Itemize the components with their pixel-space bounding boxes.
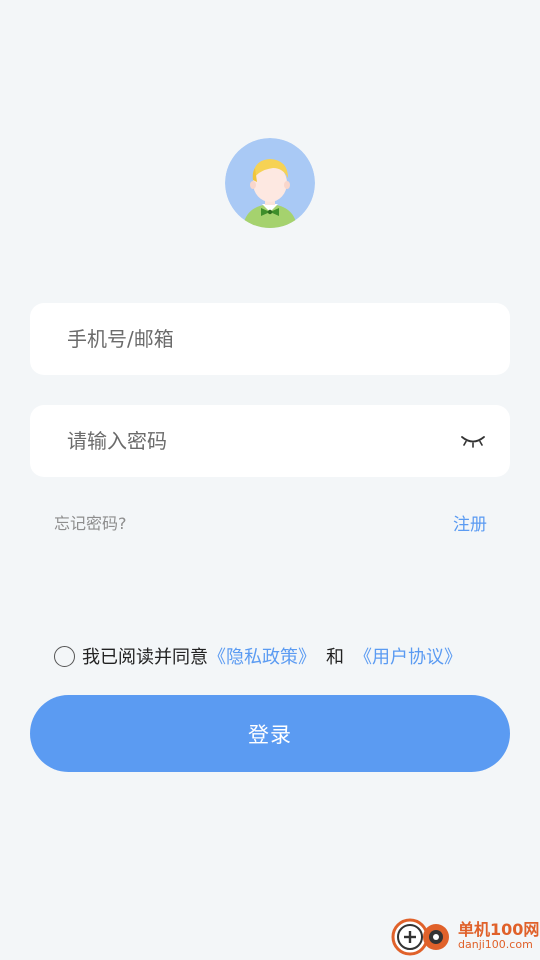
agreement-checkbox[interactable] bbox=[54, 645, 75, 667]
password-input[interactable] bbox=[67, 429, 460, 453]
privacy-policy-link[interactable]: 《隐私政策》 bbox=[208, 643, 316, 669]
register-link[interactable]: 注册 bbox=[453, 510, 487, 535]
login-screen: 忘记密码? 注册 我已阅读并同意 《隐私政策》 和 《用户协议》 登录 单机10… bbox=[0, 0, 540, 960]
user-agreement-link[interactable]: 《用户协议》 bbox=[354, 643, 462, 669]
watermark-name: 单机100网 bbox=[458, 919, 540, 939]
eye-closed-icon[interactable] bbox=[460, 433, 486, 449]
agreement-prefix: 我已阅读并同意 bbox=[82, 647, 208, 668]
phone-email-input[interactable] bbox=[67, 327, 486, 351]
agreement-conjunction: 和 bbox=[326, 647, 344, 668]
password-field[interactable] bbox=[30, 405, 510, 477]
user-avatar-icon bbox=[225, 138, 315, 228]
agreement-row: 我已阅读并同意 《隐私政策》 和 《用户协议》 bbox=[54, 643, 462, 669]
login-button[interactable]: 登录 bbox=[30, 695, 510, 772]
watermark-url: danji100.com bbox=[458, 937, 533, 951]
forgot-password-link[interactable]: 忘记密码? bbox=[54, 510, 127, 534]
phone-email-field[interactable] bbox=[30, 303, 510, 375]
watermark: 单机100网 danji100.com bbox=[388, 914, 539, 958]
watermark-logo-icon bbox=[391, 918, 449, 956]
